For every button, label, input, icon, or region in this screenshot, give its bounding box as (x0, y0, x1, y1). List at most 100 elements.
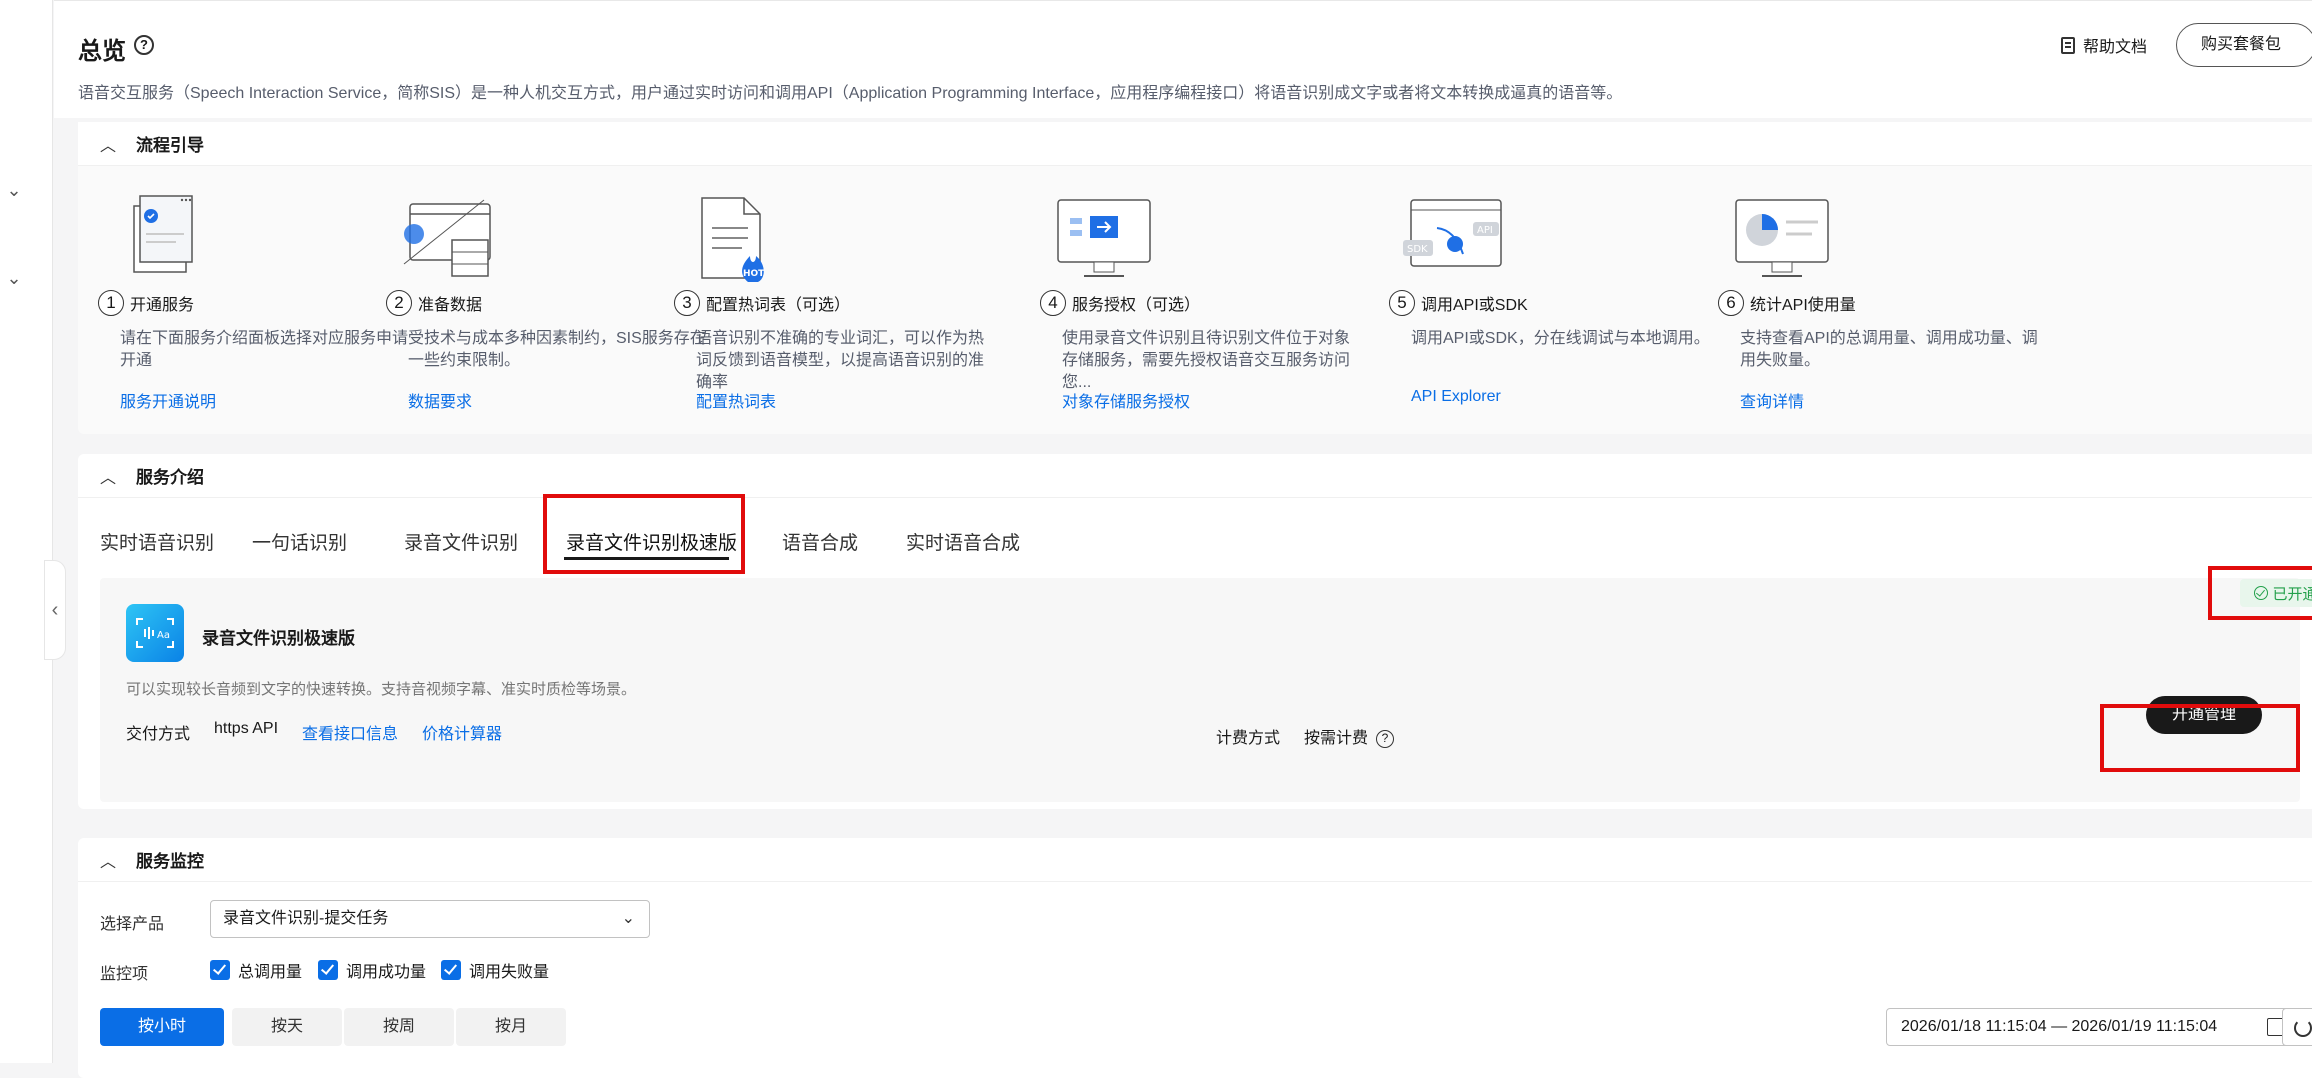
service-monitor-card: ︿ 服务监控 选择产品 录音文件识别-提交任务 ⌄ 监控项 总调用量 调用成功量… (78, 838, 2312, 1078)
step-link[interactable]: 数据要求 (408, 388, 472, 412)
prepare-data-illustration (403, 199, 491, 277)
document-icon (2061, 36, 2075, 54)
buy-package-button[interactable]: 购买套餐包 (2176, 23, 2312, 67)
svg-text:HOT: HOT (743, 269, 765, 279)
service-intro-header[interactable]: ︿ 服务介绍 (78, 454, 2312, 498)
tab-sentence-asr[interactable]: 一句话识别 (252, 528, 347, 555)
tab-tts[interactable]: 语音合成 (782, 528, 858, 555)
tab-file-asr[interactable]: 录音文件识别 (404, 528, 518, 555)
product-select[interactable]: 录音文件识别-提交任务 ⌄ (210, 900, 650, 938)
service-monitor-header[interactable]: ︿ 服务监控 (78, 838, 2312, 882)
svg-text:SDK: SDK (1407, 244, 1428, 255)
main-content: 总览 ? 语音交互服务（Speech Interaction Service，简… (54, 0, 2312, 1078)
process-guide-header[interactable]: ︿ 流程引导 (78, 122, 2312, 166)
question-circle-icon[interactable]: ? (134, 35, 154, 55)
chevron-down-icon: ⌄ (621, 910, 635, 927)
help-doc-label: 帮助文档 (2083, 39, 2148, 56)
authorize-illustration (1057, 199, 1151, 277)
refresh-button[interactable] (2282, 1008, 2312, 1046)
step-link[interactable]: 服务开通说明 (120, 388, 216, 412)
step-number: 4 (1040, 290, 1066, 316)
billing-value-text: 按需计费 (1304, 730, 1369, 747)
date-range-picker[interactable]: 2026/01/18 11:15:04 — 2026/01/19 11:15:0… (1886, 1008, 2298, 1046)
step-link[interactable]: API Explorer (1411, 388, 1501, 406)
service-intro-card: ︿ 服务介绍 实时语音识别 一句话识别 录音文件识别 录音文件识别极速版 语音合… (78, 454, 2312, 809)
billing-value: 按需计费? (1304, 724, 1395, 748)
checkbox-success-calls[interactable]: 调用成功量 (318, 958, 426, 982)
step-title: 准备数据 (418, 297, 483, 314)
step-description: 受技术与成本多种因素制约，SIS服务存在一些约束限制。 (408, 330, 706, 369)
checkbox-checked-icon (318, 960, 338, 980)
hotword-illustration: HOT (701, 197, 765, 282)
help-doc-link[interactable]: 帮助文档 (2061, 33, 2147, 57)
checkbox-label: 总调用量 (238, 964, 303, 981)
step-title: 调用API或SDK (1421, 297, 1528, 314)
step-link[interactable]: 对象存储服务授权 (1062, 388, 1190, 412)
step-description: 请在下面服务介绍面板选择对应服务申请开通 (120, 330, 409, 369)
price-calculator-link[interactable]: 价格计算器 (422, 720, 502, 744)
page-title: 总览 (78, 38, 126, 65)
question-circle-icon[interactable]: ? (1376, 729, 1395, 748)
granularity-hour-button[interactable]: 按小时 (100, 1008, 224, 1046)
step-number: 1 (98, 290, 124, 316)
delivery-value: https API (214, 720, 279, 737)
granularity-month-button[interactable]: 按月 (456, 1008, 566, 1046)
date-range-value: 2026/01/18 11:15:04 — 2026/01/19 11:15:0… (1901, 1018, 2218, 1035)
highlight-box (543, 494, 745, 574)
api-info-link[interactable]: 查看接口信息 (302, 720, 398, 744)
left-sidebar: ⌄ ⌄ (0, 0, 53, 1063)
chevron-down-icon[interactable]: ⌄ (4, 268, 24, 288)
step-number: 5 (1389, 290, 1415, 316)
step-title: 服务授权（可选） (1072, 297, 1201, 314)
granularity-day-button[interactable]: 按天 (232, 1008, 342, 1046)
service-tabs: 实时语音识别 一句话识别 录音文件识别 录音文件识别极速版 语音合成 实时语音合… (78, 516, 2312, 566)
step-link[interactable]: 配置热词表 (696, 388, 776, 412)
checkbox-total-calls[interactable]: 总调用量 (210, 958, 302, 982)
checkbox-label: 调用成功量 (346, 964, 427, 981)
step-title: 统计API使用量 (1750, 297, 1856, 314)
delivery-label: 交付方式 (126, 726, 191, 743)
checkbox-checked-icon (210, 960, 230, 980)
tab-realtime-tts[interactable]: 实时语音合成 (906, 528, 1020, 555)
product-select-value: 录音文件识别-提交任务 (223, 910, 389, 927)
checkbox-failed-calls[interactable]: 调用失败量 (441, 958, 549, 982)
service-name: 录音文件识别极速版 (202, 629, 355, 648)
step-number: 3 (674, 290, 700, 316)
process-guide-title: 流程引导 (136, 136, 204, 155)
step-number: 6 (1718, 290, 1744, 316)
process-guide-card: ︿ 流程引导 1 开通服务 请在下面服务介绍面板选择对应服务申请开通 服务开通说明 (78, 122, 2312, 434)
service-description: 可以实现较长音频到文字的快速转换。支持音视频字幕、准实时质检等场景。 (126, 681, 637, 698)
billing-label: 计费方式 (1216, 730, 1281, 747)
step-title: 配置热词表（可选） (706, 297, 851, 314)
page-header: 总览 ? 语音交互服务（Speech Interaction Service，简… (54, 0, 2312, 118)
api-sdk-illustration: SDK API (1403, 199, 1502, 267)
chevron-down-icon[interactable]: ⌄ (4, 180, 24, 200)
step-description: 支持查看API的总调用量、调用成功量、调用失败量。 (1740, 330, 2038, 369)
step-description: 使用录音文件识别且待识别文件位于对象存储服务，需要先授权语音交互服务访问您... (1062, 330, 1351, 391)
service-panel: Aa 录音文件识别极速版 可以实现较长音频到文字的快速转换。支持音视频字幕、准实… (100, 578, 2300, 802)
checkbox-label: 调用失败量 (469, 964, 550, 981)
step-number: 2 (386, 290, 412, 316)
product-select-label: 选择产品 (100, 916, 165, 933)
monitor-items-label: 监控项 (100, 966, 149, 983)
step-link[interactable]: 查询详情 (1740, 388, 1804, 412)
highlight-box (2100, 704, 2300, 772)
svg-text:Aa: Aa (157, 630, 170, 641)
service-intro-title: 服务介绍 (136, 468, 204, 487)
chevron-up-icon: ︿ (100, 469, 117, 487)
tab-realtime-asr[interactable]: 实时语音识别 (100, 528, 214, 555)
chevron-up-icon: ︿ (100, 137, 117, 155)
page-description: 语音交互服务（Speech Interaction Service，简称SIS）… (78, 85, 1623, 102)
service-logo-icon: Aa (126, 604, 184, 662)
highlight-box (2208, 566, 2312, 620)
svg-text:API: API (1477, 225, 1493, 236)
step-description: 语音识别不准确的专业词汇，可以作为热词反馈到语音模型，以提高语音识别的准确率 (696, 330, 985, 391)
step-description: 调用API或SDK，分在线调试与本地调用。 (1411, 330, 1710, 347)
granularity-week-button[interactable]: 按周 (344, 1008, 454, 1046)
stats-illustration (1735, 199, 1829, 277)
service-monitor-title: 服务监控 (136, 852, 204, 871)
checkbox-checked-icon (441, 960, 461, 980)
step-title: 开通服务 (130, 297, 195, 314)
chevron-up-icon: ︿ (100, 853, 117, 871)
open-service-illustration (133, 195, 193, 273)
